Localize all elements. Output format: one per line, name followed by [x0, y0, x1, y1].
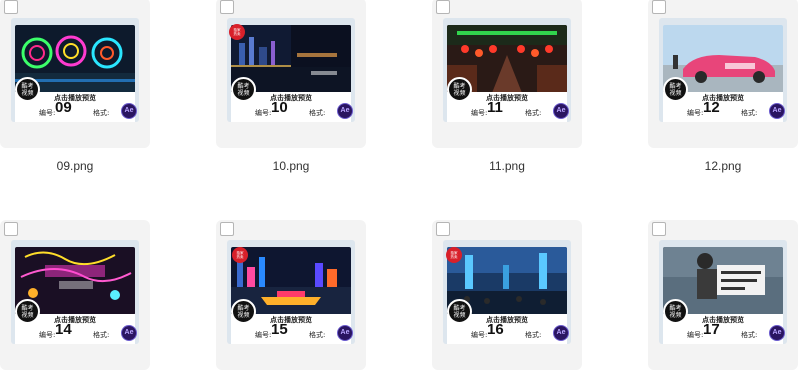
- after-effects-icon: Ae: [337, 103, 353, 119]
- item-number: 14: [55, 321, 72, 338]
- brand-badge: 酷考 视频: [447, 299, 472, 324]
- hot-sale-badge: 独家 热卖: [232, 247, 248, 263]
- badge-line2: 视频: [453, 311, 466, 319]
- item-number: 11: [487, 99, 503, 116]
- select-checkbox[interactable]: [436, 222, 450, 236]
- number-label: 编号:: [255, 109, 272, 117]
- badge-line2: 视频: [669, 89, 682, 97]
- file-tile[interactable]: 点击播放预览 编号: 12 格式: Ae 酷考 视频: [648, 0, 798, 148]
- thumbnail[interactable]: 点击播放预览 编号: 12 格式: Ae 酷考 视频: [659, 18, 787, 122]
- item-number: 12: [703, 99, 720, 116]
- hot-line2: 热卖: [450, 255, 458, 259]
- brand-badge: 酷考 视频: [663, 77, 688, 102]
- badge-line1: 酷考: [21, 304, 34, 312]
- format-label: 格式:: [525, 331, 542, 339]
- file-tile[interactable]: 点击播放预览 编号: 16 格式: Ae 酷考 视频 独家 热卖: [432, 220, 582, 370]
- select-checkbox[interactable]: [652, 222, 666, 236]
- format-label: 格式:: [741, 331, 758, 339]
- format-label: 格式:: [93, 331, 110, 339]
- item-number: 10: [271, 99, 288, 116]
- brand-badge: 酷考 视频: [231, 299, 256, 324]
- badge-line1: 酷考: [453, 82, 466, 90]
- format-label: 格式:: [525, 109, 542, 117]
- file-tile[interactable]: 点击播放预览 编号: 15 格式: Ae 酷考 视频 独家 热卖: [216, 220, 366, 370]
- file-name[interactable]: 09.png: [0, 159, 150, 173]
- file-name[interactable]: 12.png: [648, 159, 798, 173]
- thumbnail[interactable]: 点击播放预览 编号: 14 格式: Ae 酷考 视频: [11, 240, 139, 344]
- select-checkbox[interactable]: [220, 222, 234, 236]
- thumbnail[interactable]: 点击播放预览 编号: 10 格式: Ae 酷考 视频: [227, 18, 355, 122]
- brand-badge: 酷考 视频: [231, 77, 256, 102]
- item-number: 16: [487, 321, 504, 338]
- file-tile[interactable]: 点击播放预览 编号: 10 格式: Ae 酷考 视频 独家 热卖: [216, 0, 366, 148]
- file-grid: 点击播放预览 编号: 09 格式: Ae 酷考 视频 09.png 点击播放预览…: [0, 0, 802, 371]
- after-effects-icon: Ae: [121, 325, 137, 341]
- after-effects-icon: Ae: [769, 103, 785, 119]
- thumbnail[interactable]: 点击播放预览 编号: 11 格式: Ae 酷考 视频: [443, 18, 571, 122]
- thumbnail[interactable]: 点击播放预览 编号: 16 格式: Ae 酷考 视频: [443, 240, 571, 344]
- hot-line2: 热卖: [233, 32, 241, 36]
- number-label: 编号:: [255, 331, 272, 339]
- badge-line2: 视频: [237, 89, 250, 97]
- hot-line2: 热卖: [236, 255, 244, 259]
- hot-sale-badge: 独家 热卖: [229, 24, 245, 40]
- number-label: 编号:: [687, 109, 704, 117]
- badge-line1: 酷考: [453, 304, 466, 312]
- hot-sale-badge: 独家 热卖: [446, 247, 462, 263]
- badge-line1: 酷考: [669, 304, 682, 312]
- file-name[interactable]: 11.png: [432, 159, 582, 173]
- brand-badge: 酷考 视频: [663, 299, 688, 324]
- file-name[interactable]: 10.png: [216, 159, 366, 173]
- number-label: 编号:: [39, 331, 56, 339]
- badge-line2: 视频: [669, 311, 682, 319]
- file-tile[interactable]: 点击播放预览 编号: 17 格式: Ae 酷考 视频: [648, 220, 798, 370]
- number-label: 编号:: [471, 331, 488, 339]
- badge-line1: 酷考: [237, 82, 250, 90]
- badge-line1: 酷考: [21, 82, 34, 90]
- file-tile[interactable]: 点击播放预览 编号: 11 格式: Ae 酷考 视频: [432, 0, 582, 148]
- select-checkbox[interactable]: [436, 0, 450, 14]
- after-effects-icon: Ae: [553, 103, 569, 119]
- brand-badge: 酷考 视频: [447, 77, 472, 102]
- badge-line2: 视频: [453, 89, 466, 97]
- file-tile[interactable]: 点击播放预览 编号: 14 格式: Ae 酷考 视频: [0, 220, 150, 370]
- item-number: 15: [271, 321, 288, 338]
- badge-line2: 视频: [21, 311, 34, 319]
- format-label: 格式:: [741, 109, 758, 117]
- item-number: 09: [55, 99, 72, 116]
- badge-line1: 酷考: [669, 82, 682, 90]
- badge-line1: 酷考: [237, 304, 250, 312]
- number-label: 编号:: [39, 109, 56, 117]
- select-checkbox[interactable]: [652, 0, 666, 14]
- after-effects-icon: Ae: [121, 103, 137, 119]
- thumbnail[interactable]: 点击播放预览 编号: 17 格式: Ae 酷考 视频: [659, 240, 787, 344]
- brand-badge: 酷考 视频: [15, 299, 40, 324]
- format-label: 格式:: [309, 331, 326, 339]
- select-checkbox[interactable]: [4, 222, 18, 236]
- after-effects-icon: Ae: [769, 325, 785, 341]
- item-number: 17: [703, 321, 720, 338]
- badge-line2: 视频: [237, 311, 250, 319]
- select-checkbox[interactable]: [220, 0, 234, 14]
- file-tile[interactable]: 点击播放预览 编号: 09 格式: Ae 酷考 视频: [0, 0, 150, 148]
- format-label: 格式:: [309, 109, 326, 117]
- after-effects-icon: Ae: [337, 325, 353, 341]
- thumbnail[interactable]: 点击播放预览 编号: 09 格式: Ae 酷考 视频: [11, 18, 139, 122]
- select-checkbox[interactable]: [4, 0, 18, 14]
- format-label: 格式:: [93, 109, 110, 117]
- number-label: 编号:: [471, 109, 488, 117]
- after-effects-icon: Ae: [553, 325, 569, 341]
- badge-line2: 视频: [21, 89, 34, 97]
- brand-badge: 酷考 视频: [15, 77, 40, 102]
- number-label: 编号:: [687, 331, 704, 339]
